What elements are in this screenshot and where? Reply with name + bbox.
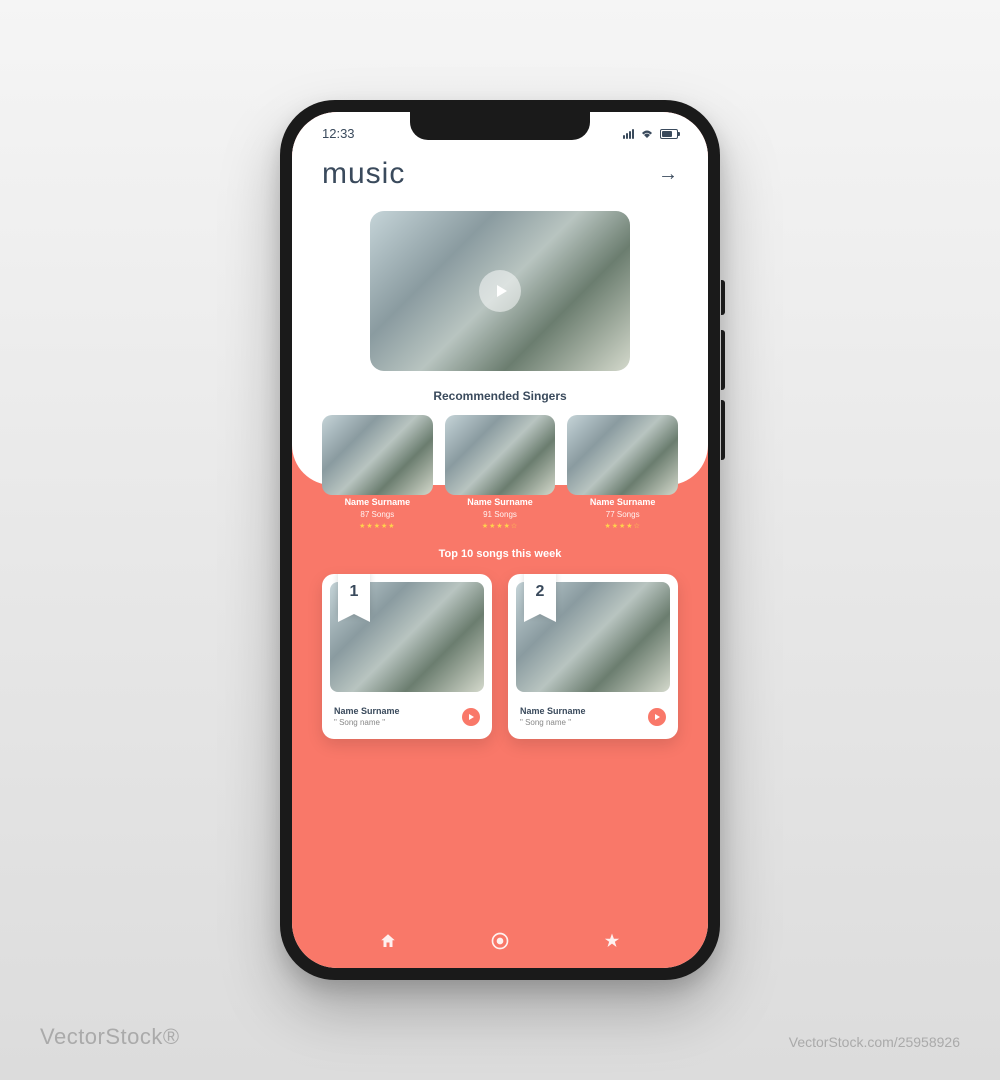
- phone-screen-container: 12:33 music → Recommended S: [292, 112, 708, 968]
- featured-video-thumbnail[interactable]: [370, 211, 630, 371]
- watermark-brand: VectorStock®: [40, 1024, 180, 1050]
- star-rating: ★★★★☆: [567, 522, 678, 530]
- watermark-id: VectorStock.com/25958926: [789, 1034, 960, 1050]
- page-title: music: [322, 157, 405, 191]
- singer-thumbnail: [322, 415, 433, 495]
- singer-card[interactable]: [322, 415, 433, 465]
- song-footer: Name Surname " Song name ": [508, 700, 678, 739]
- singer-thumbnail: [567, 415, 678, 495]
- home-icon[interactable]: [379, 932, 397, 955]
- song-card[interactable]: 1 Name Surname " Song name ": [322, 574, 492, 739]
- recommended-singers-title: Recommended Singers: [322, 389, 678, 403]
- singer-card[interactable]: [567, 415, 678, 465]
- phone-notch: [410, 112, 590, 140]
- status-icons: [623, 126, 678, 141]
- top-songs-title: Top 10 songs this week: [292, 548, 708, 560]
- song-artist: Name Surname: [520, 706, 586, 716]
- singers-row: [322, 415, 678, 465]
- volume-up-button: [721, 330, 725, 390]
- battery-icon: [660, 129, 678, 139]
- top-songs-row: 1 Name Surname " Song name " 2: [292, 574, 708, 739]
- play-icon[interactable]: [648, 708, 666, 726]
- singer-name: Name Surname: [322, 497, 433, 507]
- singer-song-count: 77 Songs: [567, 510, 678, 519]
- singer-name: Name Surname: [567, 497, 678, 507]
- song-title: " Song name ": [334, 718, 400, 727]
- app-screen: 12:33 music → Recommended S: [292, 112, 708, 968]
- play-icon[interactable]: [462, 708, 480, 726]
- forward-arrow-icon[interactable]: →: [658, 163, 678, 186]
- star-rating: ★★★★☆: [445, 522, 556, 530]
- phone-frame: 12:33 music → Recommended S: [280, 100, 720, 980]
- song-card[interactable]: 2 Name Surname " Song name ": [508, 574, 678, 739]
- rank-badge: 2: [524, 574, 556, 614]
- singer-song-count: 87 Songs: [322, 510, 433, 519]
- rank-badge: 1: [338, 574, 370, 614]
- singer-song-count: 91 Songs: [445, 510, 556, 519]
- app-header: music →: [292, 151, 708, 211]
- singer-name: Name Surname: [445, 497, 556, 507]
- song-artist: Name Surname: [334, 706, 400, 716]
- singer-card[interactable]: [445, 415, 556, 465]
- play-icon[interactable]: [479, 270, 521, 312]
- status-time: 12:33: [322, 126, 355, 141]
- star-icon[interactable]: [603, 932, 621, 955]
- bottom-nav: [292, 918, 708, 968]
- signal-icon: [623, 129, 634, 139]
- singer-thumbnail: [445, 415, 556, 495]
- record-icon[interactable]: [490, 931, 510, 956]
- volume-down-button: [721, 400, 725, 460]
- wifi-icon: [640, 126, 654, 141]
- hero-section: Recommended Singers: [292, 211, 708, 485]
- star-rating: ★★★★★: [322, 522, 433, 530]
- side-button: [721, 280, 725, 315]
- song-footer: Name Surname " Song name ": [322, 700, 492, 739]
- song-title: " Song name ": [520, 718, 586, 727]
